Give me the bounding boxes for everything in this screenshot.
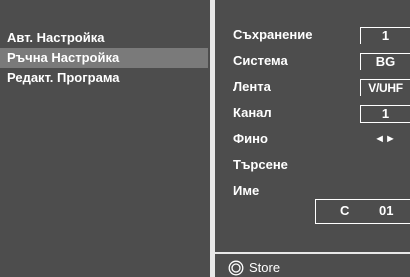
fine-tuning-label: Фино xyxy=(233,131,268,146)
band-label: Лента xyxy=(233,79,271,94)
channel-value[interactable]: 1 xyxy=(360,105,410,123)
system-value[interactable]: BG xyxy=(360,53,410,70)
band-value[interactable]: V/UHF xyxy=(360,79,410,96)
store-button-icon xyxy=(228,260,244,276)
footer-divider xyxy=(215,252,410,254)
main-menu-panel: Авт. Настройка Ръчна Настройка Редакт. П… xyxy=(0,0,208,277)
storage-value[interactable]: 1 xyxy=(360,27,410,44)
name-number: 01 xyxy=(379,203,394,218)
store-button[interactable]: Store xyxy=(228,258,280,277)
name-prefix: C xyxy=(340,203,350,218)
tv-menu-screen: Авт. Настройка Ръчна Настройка Редакт. П… xyxy=(0,0,410,277)
storage-label: Съхранение xyxy=(233,27,313,42)
channel-label: Канал xyxy=(233,105,272,120)
name-field[interactable]: C 01 xyxy=(315,199,410,224)
fine-tuning-arrows-icon[interactable]: ◄► xyxy=(360,131,410,148)
search-label[interactable]: Търсене xyxy=(233,156,288,174)
menu-item-manual-tuning[interactable]: Ръчна Настройка xyxy=(0,48,208,68)
manual-tuning-panel: Съхранение 1 Система BG Лента V/UHF Кана… xyxy=(215,0,410,277)
menu-item-auto-tuning[interactable]: Авт. Настройка xyxy=(0,28,208,48)
store-label: Store xyxy=(249,260,281,275)
name-label: Име xyxy=(233,183,260,198)
system-label: Система xyxy=(233,53,288,68)
menu-item-edit-programme[interactable]: Редакт. Програма xyxy=(0,68,208,88)
